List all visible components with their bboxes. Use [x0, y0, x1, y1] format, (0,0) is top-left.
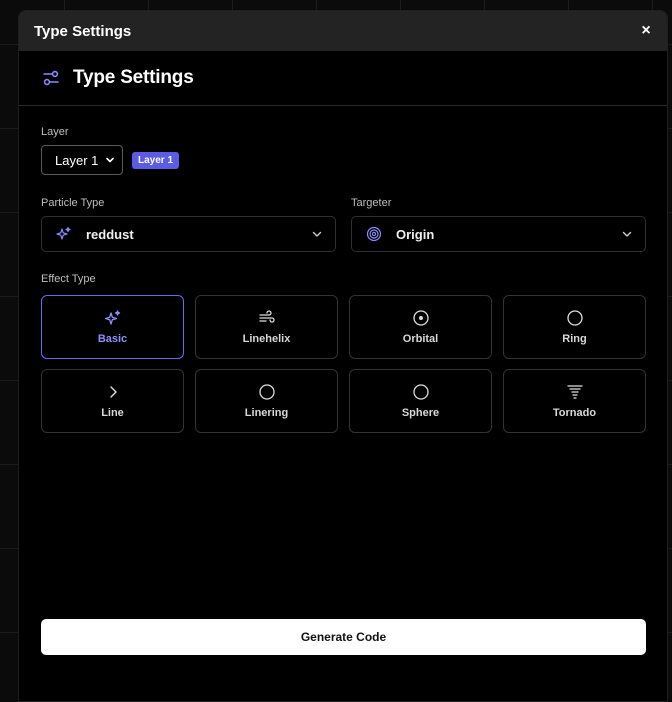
effect-card-orbital[interactable]: Orbital — [349, 295, 492, 359]
effect-name: Ring — [562, 333, 587, 345]
circle-icon — [412, 383, 430, 401]
layer-select[interactable]: Layer 1 — [41, 145, 123, 175]
effect-name: Basic — [97, 333, 128, 345]
circle-dot-icon — [412, 309, 430, 327]
particle-type-dropdown[interactable]: reddust — [41, 216, 336, 252]
chevron-down-icon — [311, 228, 323, 240]
sliders-icon — [41, 68, 61, 88]
layer-select-value: Layer 1 — [55, 152, 99, 168]
generate-code-button[interactable]: Generate Code — [41, 619, 646, 655]
layer-label: Layer — [41, 126, 69, 138]
title-bar: Type Settings × — [19, 11, 667, 51]
effect-card-tornado[interactable]: Tornado — [503, 369, 646, 433]
sparkles-icon — [56, 226, 72, 242]
target-icon — [366, 226, 382, 242]
effect-name: Linering — [244, 407, 289, 419]
effect-card-sphere[interactable]: Sphere — [349, 369, 492, 433]
effect-type-grid: Basic Linehelix Orbital Ring Line Lineri… — [41, 295, 646, 433]
tornado-icon — [566, 383, 584, 401]
type-settings-window: Type Settings × Type Settings Layer Laye… — [18, 10, 668, 702]
effect-card-ring[interactable]: Ring — [503, 295, 646, 359]
close-button[interactable]: × — [639, 22, 653, 40]
effect-card-basic[interactable]: Basic — [41, 295, 184, 359]
targeter-value: Origin — [396, 226, 435, 242]
window-title: Type Settings — [34, 22, 132, 40]
circle-icon — [258, 383, 276, 401]
effect-name: Sphere — [401, 407, 440, 419]
effect-type-label: Effect Type — [41, 273, 96, 285]
effect-card-line[interactable]: Line — [41, 369, 184, 433]
effect-card-linering[interactable]: Linering — [195, 369, 338, 433]
panel-header: Type Settings — [19, 51, 667, 106]
wind-icon — [258, 309, 276, 327]
layer-badge: Layer 1 — [132, 152, 180, 169]
effect-name: Orbital — [402, 333, 439, 345]
sparkles-icon — [104, 309, 122, 327]
targeter-dropdown[interactable]: Origin — [351, 216, 646, 252]
chevron-down-icon — [621, 228, 633, 240]
targeter-label: Targeter — [351, 197, 392, 209]
panel-title: Type Settings — [73, 67, 194, 88]
effect-name: Tornado — [552, 407, 597, 419]
chevron-down-icon — [105, 153, 115, 168]
effect-name: Line — [101, 407, 124, 419]
circle-icon — [566, 309, 584, 327]
chevron-right-icon — [104, 383, 122, 401]
particle-type-label: Particle Type — [41, 197, 105, 209]
particle-type-value: reddust — [86, 226, 134, 242]
effect-card-linehelix[interactable]: Linehelix — [195, 295, 338, 359]
effect-name: Linehelix — [242, 333, 291, 345]
